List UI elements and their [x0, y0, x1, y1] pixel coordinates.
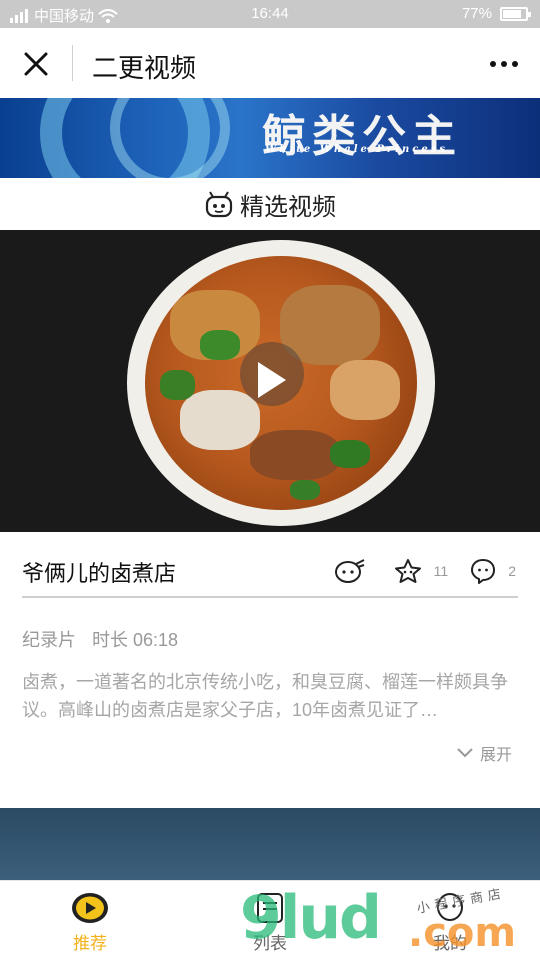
tab-label: 列表	[253, 934, 287, 953]
video-description: 卤煮，一道著名的北京传统小吃，和臭豆腐、榴莲一样颇具争议。高峰山的卤煮店是家父子…	[22, 672, 508, 720]
tab-profile[interactable]: 我的	[360, 881, 540, 960]
section-header: 精选视频	[0, 178, 540, 230]
thumbnail-food	[160, 370, 195, 400]
close-icon	[24, 52, 48, 76]
recommend-play-icon	[72, 893, 108, 923]
tab-label: 推荐	[73, 934, 107, 953]
banner-subtitle: White Whale Princess	[265, 144, 448, 155]
status-bar: 中国移动 16:44 77%	[0, 0, 540, 28]
status-right: 77%	[461, 5, 531, 22]
list-icon	[257, 893, 283, 923]
video-actions: 11 2	[334, 558, 516, 584]
tab-recommend[interactable]: 推荐	[0, 881, 180, 960]
thumbnail-food	[200, 330, 240, 360]
share-button[interactable]	[334, 558, 366, 584]
more-dot	[501, 61, 507, 67]
thumbnail-food	[180, 390, 260, 450]
like-count: 11	[433, 563, 449, 579]
like-button[interactable]: 11	[394, 558, 449, 584]
star-face-icon	[394, 559, 421, 583]
video-category: 纪录片	[22, 630, 76, 650]
tab-list[interactable]: 列表	[180, 881, 360, 960]
top-banner[interactable]: 鲸类公主 White Whale Princess	[0, 98, 540, 178]
share-face-icon	[334, 559, 365, 583]
thumbnail-food	[330, 440, 370, 468]
battery-icon	[500, 6, 531, 21]
status-time: 16:44	[251, 5, 289, 22]
tab-bar: 推荐 列表 我的	[0, 880, 540, 960]
thumbnail-food	[330, 360, 400, 420]
comment-icon	[471, 559, 496, 584]
battery-percent: 77%	[461, 5, 492, 22]
thumbnail-food	[250, 430, 340, 480]
more-button[interactable]	[484, 50, 524, 78]
nav-bar: 二更视频	[0, 28, 540, 98]
video-meta: 纪录片 时长 06:18	[22, 626, 178, 652]
banner-art	[110, 98, 230, 178]
tab-label: 我的	[433, 934, 467, 953]
profile-icon	[437, 893, 463, 921]
comment-button[interactable]: 2	[470, 558, 516, 584]
play-icon	[258, 362, 286, 398]
comment-count: 2	[508, 563, 516, 579]
divider	[22, 596, 518, 598]
video-title: 爷俩儿的卤煮店	[22, 561, 177, 586]
expand-button[interactable]: 展开	[456, 741, 512, 765]
tv-robot-icon	[205, 191, 233, 218]
page-title: 二更视频	[92, 53, 197, 83]
thumbnail-food	[290, 480, 320, 500]
video-duration: 时长 06:18	[92, 630, 179, 650]
next-video-preview[interactable]	[0, 808, 540, 880]
chevron-down-icon	[457, 748, 473, 758]
expand-label: 展开	[479, 747, 512, 764]
section-title: 精选视频	[240, 193, 336, 221]
more-dots-icon	[490, 61, 496, 67]
more-dot	[512, 61, 518, 67]
nav-divider	[72, 45, 73, 81]
close-button[interactable]	[14, 42, 58, 86]
